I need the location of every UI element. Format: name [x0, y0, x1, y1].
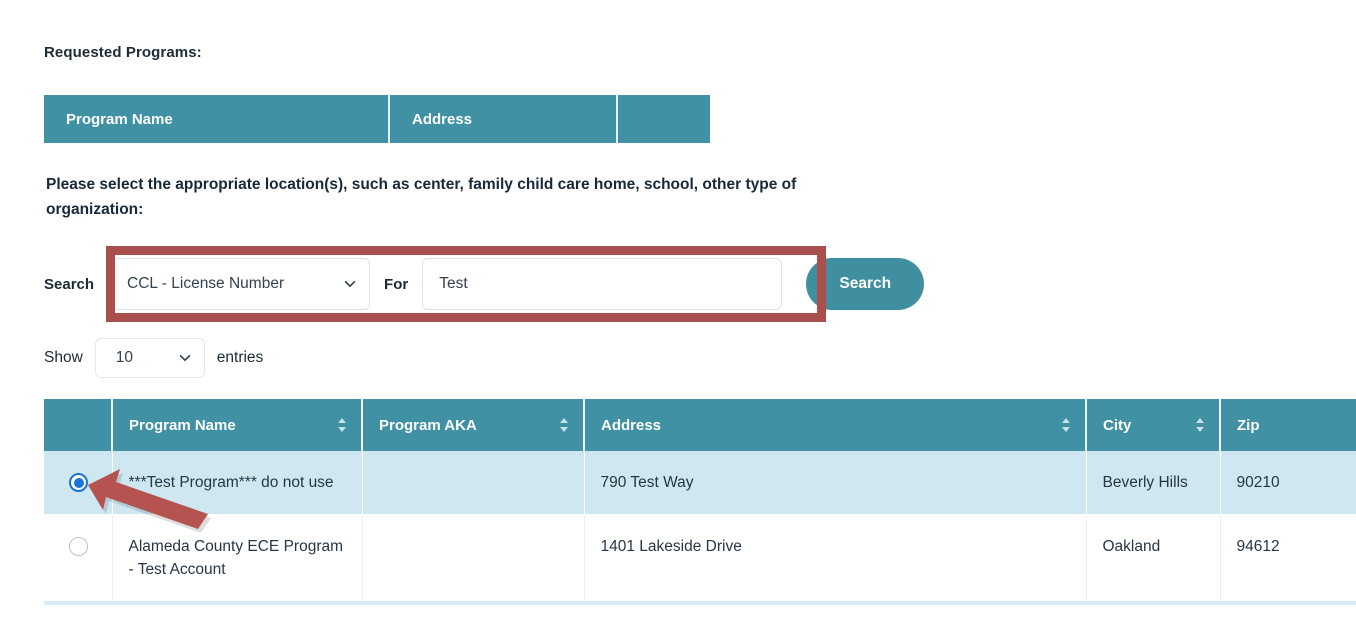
table-row[interactable]: Alameda County ECE Program - Test Accoun… [44, 514, 1356, 605]
column-header-select [44, 399, 113, 451]
cell-address: 790 Test Way [584, 451, 1087, 515]
search-label: Search [44, 275, 95, 293]
chevron-down-icon [179, 354, 190, 362]
entries-per-page-value: 10 [115, 349, 134, 366]
cell-zip: 90210 [1220, 451, 1356, 515]
selection-instruction-text: Please select the appropriate location(s… [46, 176, 797, 218]
cell-address: 1401 Lakeside Drive [584, 514, 1087, 605]
sort-icon [338, 418, 346, 432]
show-entries-control: Show 10 entries [44, 338, 263, 378]
cell-zip: 94612 [1220, 514, 1356, 605]
search-term-value: Test [439, 275, 468, 292]
column-header-zip[interactable]: Zip [1220, 399, 1356, 451]
cell-city: Oakland [1086, 514, 1221, 605]
search-button[interactable]: Search [806, 258, 925, 310]
cell-program-name: Alameda County ECE Program - Test Accoun… [112, 514, 363, 605]
cell-program-aka [362, 514, 585, 605]
column-header-address-label: Address [601, 416, 662, 434]
sort-icon [560, 418, 568, 432]
column-header-program-name-label: Program Name [129, 416, 236, 434]
column-header-program-name[interactable]: Program Name [112, 399, 363, 451]
column-header-zip-label: Zip [1237, 416, 1260, 434]
column-header-city-label: City [1103, 416, 1132, 434]
requested-programs-header-address: Address [390, 95, 618, 143]
entries-per-page-select[interactable]: 10 [94, 338, 205, 378]
table-header-row: Program Name Program AKA Address City Zi… [44, 399, 1356, 451]
column-header-program-aka-label: Program AKA [379, 416, 477, 434]
requested-programs-header-actions [618, 95, 710, 143]
requested-programs-header-program-name: Program Name [44, 95, 390, 143]
search-type-value: CCL - License Number [127, 275, 285, 292]
search-type-select[interactable]: CCL - License Number [108, 258, 371, 310]
show-label: Show [44, 349, 83, 366]
cell-city: Beverly Hills [1086, 451, 1221, 515]
requested-programs-label: Requested Programs: [44, 44, 202, 61]
entries-label: entries [216, 349, 264, 366]
for-label: For [384, 275, 409, 293]
program-search-results-table: Program Name Program AKA Address City Zi… [44, 399, 1356, 605]
row-radio-button[interactable] [69, 473, 89, 493]
sort-icon [1062, 418, 1070, 432]
column-header-address[interactable]: Address [584, 399, 1087, 451]
search-controls-row: Search CCL - License Number For Test Sea… [44, 258, 925, 310]
cell-program-name: ***Test Program*** do not use [112, 451, 363, 515]
column-header-city[interactable]: City [1086, 399, 1221, 451]
sort-icon [1196, 418, 1204, 432]
row-select-cell[interactable] [44, 451, 113, 515]
chevron-down-icon [344, 280, 356, 288]
table-row[interactable]: ***Test Program*** do not use 790 Test W… [44, 451, 1356, 515]
search-term-input[interactable]: Test [422, 258, 783, 310]
cell-program-aka [362, 451, 585, 515]
row-radio-button[interactable] [69, 537, 89, 557]
requested-programs-table: Program Name Address [44, 95, 710, 143]
column-header-program-aka[interactable]: Program AKA [362, 399, 585, 451]
row-select-cell[interactable] [44, 514, 113, 605]
